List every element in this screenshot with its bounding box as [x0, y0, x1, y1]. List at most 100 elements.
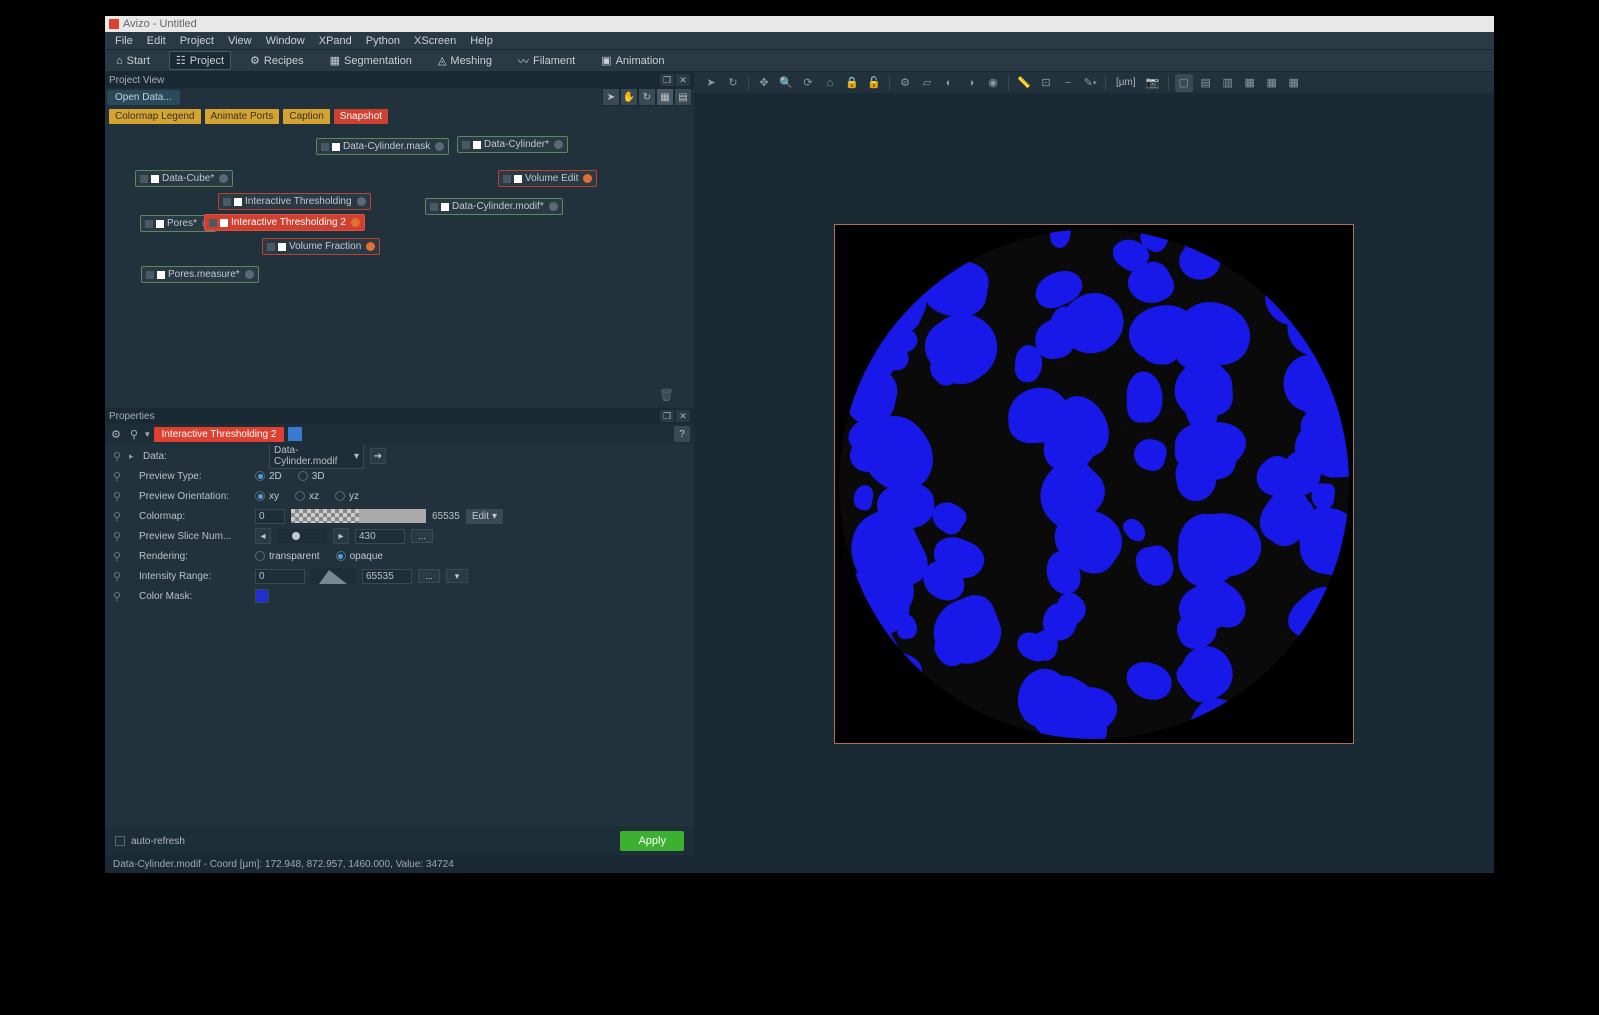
link-icon[interactable]: ⚲	[127, 427, 141, 441]
graph-node[interactable]: Interactive Thresholding	[218, 193, 371, 210]
project-button[interactable]: ☷ Project	[169, 51, 231, 70]
pin-icon[interactable]: ⚲	[111, 590, 123, 603]
slice-prev-button[interactable]: ◂	[255, 528, 271, 544]
layout-2v-icon[interactable]: ▥	[1219, 74, 1237, 92]
intensity-min-input[interactable]	[255, 569, 305, 584]
pin-icon[interactable]: ⚲	[111, 570, 123, 583]
intensity-histogram[interactable]	[311, 568, 356, 584]
pin-icon[interactable]: ⚲	[111, 490, 123, 503]
viewport[interactable]	[694, 94, 1494, 873]
menu-window[interactable]: Window	[260, 33, 311, 49]
layout-more-icon[interactable]: ▦	[1285, 74, 1303, 92]
camera-icon[interactable]: 📷	[1144, 74, 1162, 92]
expand-icon[interactable]: ▸	[129, 451, 137, 462]
graph-node[interactable]: Data-Cylinder*	[457, 136, 568, 153]
animation-button[interactable]: ▣ Animation	[594, 51, 671, 70]
chip-caption[interactable]: Caption	[283, 109, 329, 124]
radio-yz[interactable]	[335, 491, 345, 501]
menu-view[interactable]: View	[222, 33, 258, 49]
menu-xscreen[interactable]: XScreen	[408, 33, 462, 49]
pick-icon[interactable]: ⊡	[1037, 74, 1055, 92]
layout-grid-icon[interactable]: ▦	[656, 88, 674, 106]
pen-icon[interactable]: ✎▾	[1081, 74, 1099, 92]
home-icon[interactable]: ⌂	[821, 74, 839, 92]
panel-close-icon[interactable]: ✕	[676, 410, 690, 422]
graph-node[interactable]: Volume Fraction	[262, 238, 380, 255]
slice-more-button[interactable]: ...	[411, 529, 433, 543]
pointer-tool-icon[interactable]: ➤	[602, 88, 620, 106]
menu-python[interactable]: Python	[360, 33, 406, 49]
apply-button[interactable]: Apply	[620, 831, 684, 851]
layout-2h-icon[interactable]: ▤	[1197, 74, 1215, 92]
goto-button[interactable]: ➔	[370, 448, 386, 464]
radio-2d[interactable]	[255, 471, 265, 481]
radio-xy[interactable]	[255, 491, 265, 501]
segmentation-button[interactable]: ▦ Segmentation	[323, 51, 419, 70]
intensity-max-input[interactable]	[362, 569, 412, 584]
menu-project[interactable]: Project	[174, 33, 220, 49]
slice-next-button[interactable]: ▸	[333, 528, 349, 544]
refresh-tool-icon[interactable]: ↻	[638, 88, 656, 106]
menu-help[interactable]: Help	[464, 33, 499, 49]
filament-button[interactable]: 〰 Filament	[511, 50, 582, 72]
chip-animate-ports[interactable]: Animate Ports	[205, 109, 280, 124]
help-button[interactable]: ?	[674, 426, 690, 442]
intensity-dropdown-button[interactable]: ▾	[446, 569, 468, 583]
pin-icon[interactable]: ⚲	[111, 550, 123, 563]
colormap-min-input[interactable]	[255, 509, 285, 524]
graph-node[interactable]: Data-Cube*	[135, 170, 233, 187]
open-data-button[interactable]: Open Data...	[107, 90, 180, 105]
colormap-edit-button[interactable]: Edit▾	[466, 509, 503, 524]
recipes-button[interactable]: ⚙ Recipes	[243, 51, 311, 70]
bg-icon[interactable]: ◑	[962, 74, 980, 92]
graph-node[interactable]: Interactive Thresholding 2	[204, 214, 365, 231]
settings-icon[interactable]: ⚙	[896, 74, 914, 92]
node-graph[interactable]: Data-Cylinder.mask Data-Cylinder* Data-Cub…	[105, 126, 694, 408]
start-button[interactable]: ⌂ Start	[109, 52, 157, 70]
zoom-icon[interactable]: 🔍	[777, 74, 795, 92]
chevron-down-icon[interactable]: ▾	[145, 429, 150, 440]
radio-transparent[interactable]	[255, 551, 265, 561]
move-icon[interactable]: ✥	[755, 74, 773, 92]
data-dropdown[interactable]: Data-Cylinder.modif ▾	[269, 444, 364, 469]
lock-icon[interactable]: 🔒	[843, 74, 861, 92]
radio-3d[interactable]	[298, 471, 308, 481]
layout-single-icon[interactable]: ▢	[1175, 74, 1193, 92]
menu-xpand[interactable]: XPand	[313, 33, 358, 49]
intensity-more-button[interactable]: ...	[418, 569, 440, 583]
graph-node[interactable]: Data-Cylinder.mask	[316, 138, 449, 155]
graph-node[interactable]: Volume Edit	[498, 170, 597, 187]
meshing-button[interactable]: ◬ Meshing	[431, 51, 499, 70]
module-color-swatch[interactable]	[288, 427, 302, 441]
radio-xz[interactable]	[295, 491, 305, 501]
stereo-icon[interactable]: ◉	[984, 74, 1002, 92]
rotate-icon[interactable]: ↻	[724, 74, 742, 92]
panel-restore-icon[interactable]: ❐	[660, 410, 674, 422]
perspective-icon[interactable]: ▱	[918, 74, 936, 92]
chip-snapshot[interactable]: Snapshot	[334, 109, 388, 124]
panel-close-icon[interactable]: ✕	[676, 74, 690, 86]
layout-4-icon[interactable]: ▦	[1263, 74, 1281, 92]
gear-icon[interactable]: ⚙	[109, 427, 123, 441]
minus-icon[interactable]: −	[1059, 74, 1077, 92]
pointer-icon[interactable]: ➤	[702, 74, 720, 92]
measure-icon[interactable]: 📏	[1015, 74, 1033, 92]
menu-file[interactable]: File	[109, 33, 139, 49]
pin-icon[interactable]: ⚲	[111, 470, 123, 483]
hand-tool-icon[interactable]: ✋	[620, 88, 638, 106]
pin-icon[interactable]: ⚲	[111, 510, 123, 523]
graph-node[interactable]: Data-Cylinder.modif*	[425, 198, 563, 215]
graph-node[interactable]: Pores.measure*	[141, 266, 259, 283]
layout-3-icon[interactable]: ▦	[1241, 74, 1259, 92]
colormap-bar[interactable]	[291, 509, 426, 523]
slice-slider[interactable]	[277, 529, 327, 543]
color-mask-swatch[interactable]	[255, 589, 269, 603]
trash-icon[interactable]: 🗑	[659, 388, 674, 402]
menu-edit[interactable]: Edit	[141, 33, 172, 49]
layout-list-icon[interactable]: ▤	[674, 88, 692, 106]
light-icon[interactable]: ◐	[940, 74, 958, 92]
auto-refresh-checkbox[interactable]: auto-refresh	[115, 836, 185, 847]
radio-opaque[interactable]	[336, 551, 346, 561]
unlock-icon[interactable]: 🔓	[865, 74, 883, 92]
unit-label[interactable]: [µm]	[1112, 77, 1140, 88]
